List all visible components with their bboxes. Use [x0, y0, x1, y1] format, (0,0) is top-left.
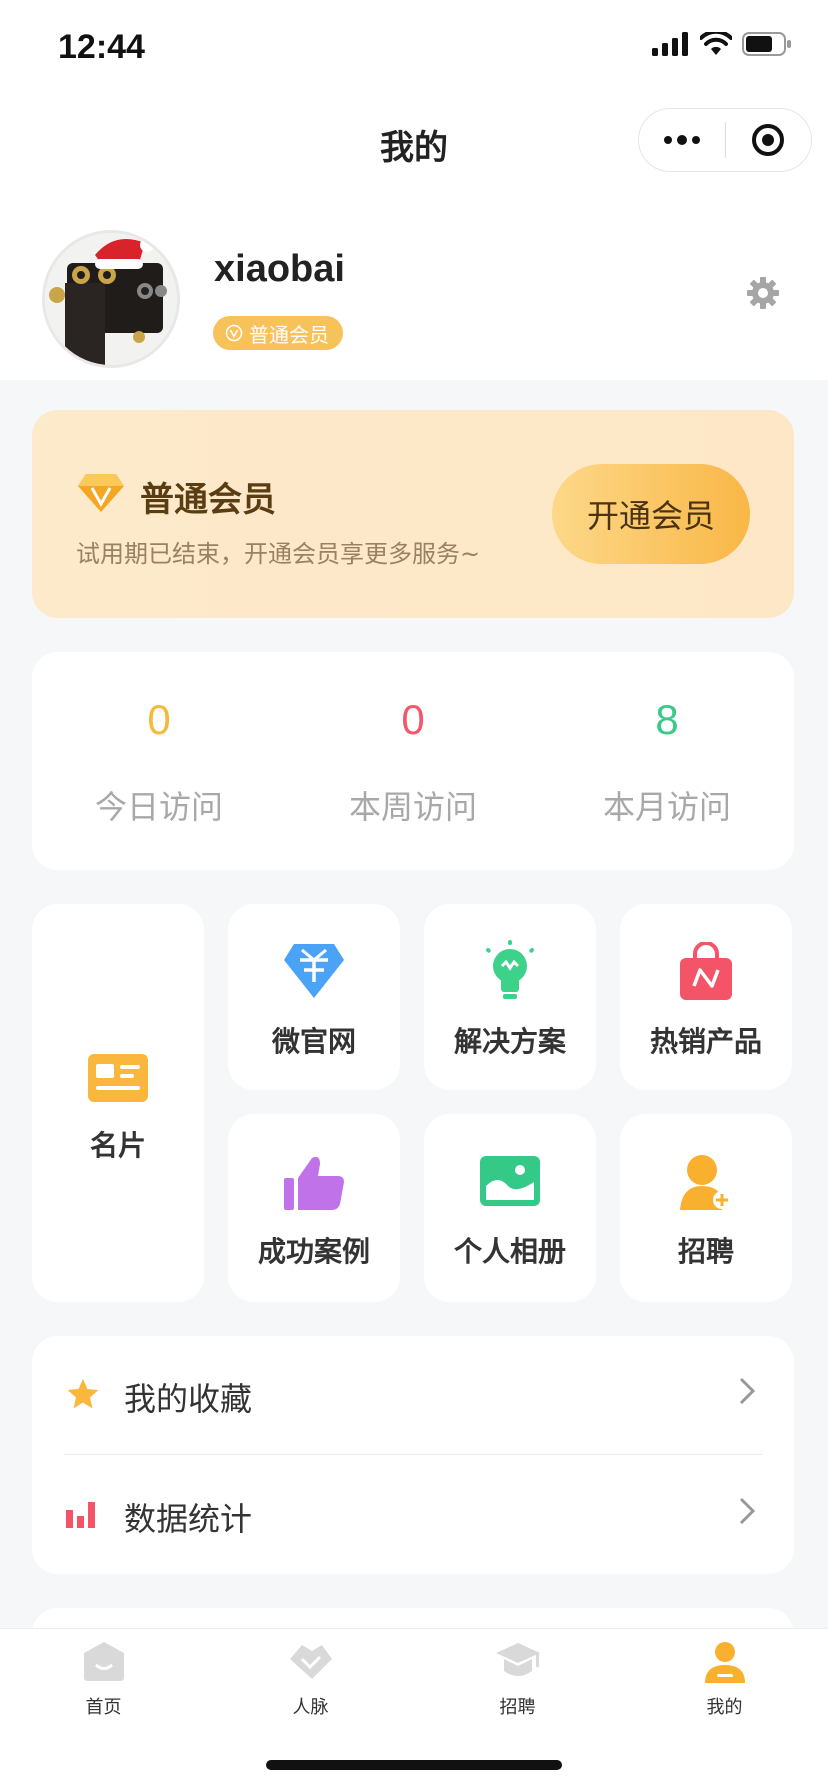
avatar-image [45, 233, 177, 365]
vip-subtitle: 试用期已结束，开通会员享更多服务~ [76, 540, 481, 568]
menu-item-label: 我的收藏 [124, 1380, 253, 1418]
thumbs-up-icon [284, 1154, 344, 1214]
tile-recruitment[interactable]: 招聘 [620, 1114, 792, 1302]
stat-value: 8 [655, 696, 679, 743]
member-level-badge: 普通会员 [213, 316, 343, 350]
miniprogram-capsule [638, 108, 812, 172]
tile-personal-album[interactable]: 个人相册 [424, 1114, 596, 1302]
tile-label: 微官网 [271, 1025, 356, 1058]
person-add-icon [680, 1154, 732, 1214]
vip-diamond-icon [78, 472, 124, 516]
menu-divider [64, 1454, 762, 1455]
stat-month[interactable]: 8 本月访问 [540, 652, 794, 870]
tab-label: 人脉 [292, 1697, 329, 1718]
wifi-icon [700, 32, 732, 55]
bar-chart-icon [66, 1498, 96, 1532]
nav-bar: 我的 [0, 100, 828, 180]
open-membership-button[interactable]: 开通会员 [552, 464, 750, 564]
tile-hot-products[interactable]: 热销产品 [620, 904, 792, 1090]
home-icon [83, 1641, 125, 1685]
shopping-bag-icon [678, 941, 734, 1004]
vip-membership-card: 普通会员 试用期已结束，开通会员享更多服务~ 开通会员 [32, 410, 794, 618]
username: xiaobai [214, 248, 345, 290]
tile-success-cases[interactable]: 成功案例 [228, 1114, 400, 1302]
avatar[interactable] [42, 230, 180, 368]
home-indicator [266, 1760, 562, 1770]
close-miniprogram-button[interactable] [726, 108, 812, 172]
tab-label: 首页 [85, 1697, 122, 1718]
status-bar: 12:44 [0, 0, 828, 100]
tile-label: 招聘 [677, 1235, 734, 1268]
menu-list: 我的收藏 数据统计 [32, 1336, 794, 1574]
stat-value: 0 [401, 696, 425, 743]
business-card-icon [88, 1054, 148, 1106]
tab-recruitment[interactable]: 招聘 [414, 1629, 621, 1739]
star-icon [66, 1378, 100, 1414]
stat-today[interactable]: 0 今日访问 [32, 652, 286, 870]
member-level-label: 普通会员 [249, 322, 329, 347]
photo-icon [480, 1156, 540, 1210]
profile-header: xiaobai 普通会员 [0, 180, 828, 380]
tile-label: 成功案例 [257, 1235, 370, 1268]
status-icons [652, 32, 792, 56]
gear-icon [747, 277, 779, 309]
stat-label: 今日访问 [94, 788, 223, 826]
graduation-cap-icon [495, 1641, 541, 1685]
more-button[interactable] [639, 108, 725, 172]
user-icon [704, 1641, 746, 1687]
tab-mine[interactable]: 我的 [621, 1629, 828, 1739]
vip-title: 普通会员 [140, 480, 276, 520]
tile-label: 热销产品 [649, 1025, 762, 1058]
tab-connections[interactable]: 人脉 [207, 1629, 414, 1739]
handshake-icon [288, 1641, 334, 1685]
tile-label: 解决方案 [453, 1025, 566, 1058]
v-badge-icon [225, 324, 243, 342]
diamond-icon [284, 942, 344, 1002]
settings-button[interactable] [746, 276, 780, 314]
signal-icon [652, 32, 688, 56]
tab-label: 招聘 [499, 1697, 536, 1718]
tile-label: 个人相册 [453, 1235, 566, 1268]
tile-solutions[interactable]: 解决方案 [424, 904, 596, 1090]
stat-label: 本周访问 [348, 788, 477, 826]
tile-micro-website[interactable]: 微官网 [228, 904, 400, 1090]
status-time: 12:44 [58, 28, 145, 66]
tab-home[interactable]: 首页 [0, 1629, 207, 1739]
stat-week[interactable]: 0 本周访问 [286, 652, 540, 870]
menu-item-statistics[interactable]: 数据统计 [32, 1456, 794, 1574]
lightbulb-icon [482, 940, 538, 1004]
tile-label: 名片 [89, 1129, 146, 1162]
battery-icon [742, 32, 791, 56]
tile-business-card[interactable]: 名片 [32, 904, 204, 1302]
tab-label: 我的 [706, 1697, 743, 1718]
chevron-right-icon [738, 1376, 756, 1410]
more-dots-icon [663, 135, 700, 145]
menu-item-label: 数据统计 [124, 1500, 253, 1538]
stat-value: 0 [147, 696, 171, 743]
menu-item-favorites[interactable]: 我的收藏 [32, 1336, 794, 1454]
visit-stats-card: 0 今日访问 0 本周访问 8 本月访问 [32, 652, 794, 870]
target-icon [752, 124, 785, 156]
stat-label: 本月访问 [602, 788, 731, 826]
chevron-right-icon [738, 1496, 756, 1530]
